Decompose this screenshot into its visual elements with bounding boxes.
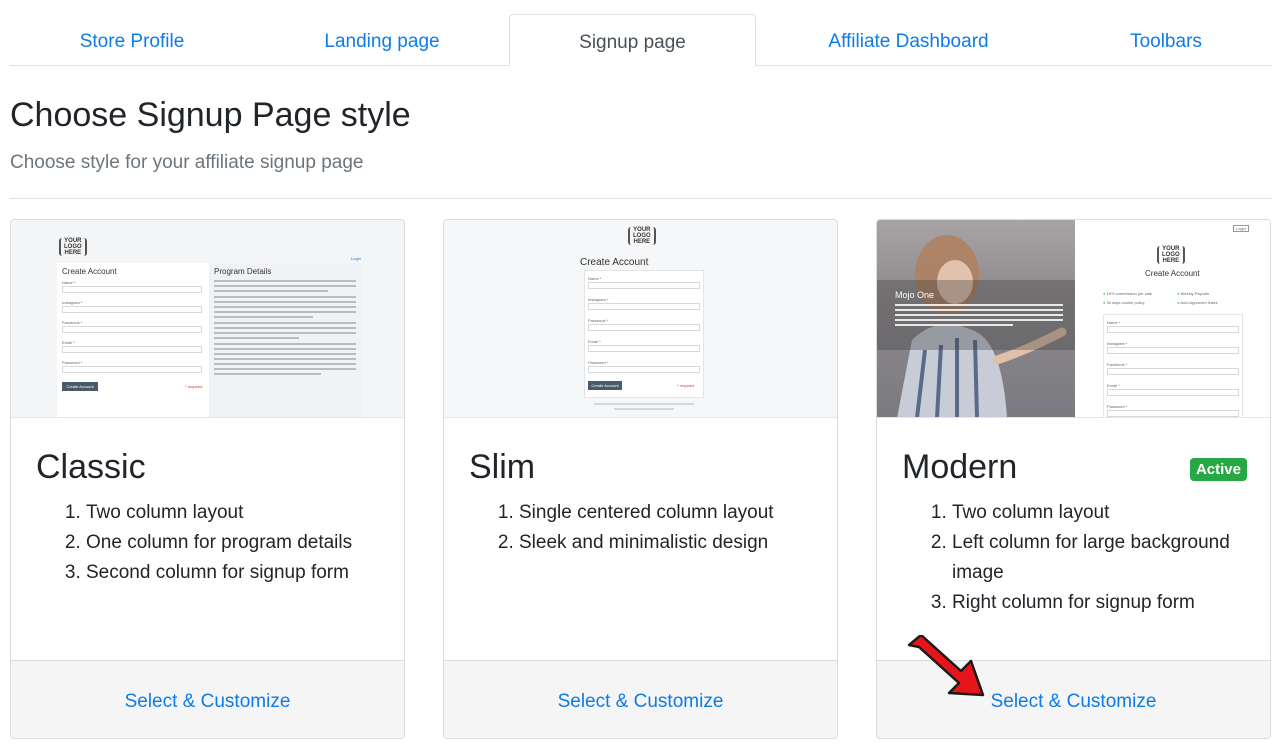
preview-text-lines — [895, 304, 1063, 329]
preview-required-note: * required — [185, 384, 203, 389]
preview-input — [1107, 347, 1239, 354]
feature-item: Right column for signup form — [952, 588, 1242, 618]
preview-background-photo: Mojo One — [877, 220, 1075, 417]
preview-field-label: Password * — [62, 360, 83, 365]
logo-placeholder-icon: YOUR LOGO HERE — [59, 238, 87, 256]
feature-item: One column for program details — [86, 528, 376, 558]
preview-terms-lines — [594, 403, 694, 413]
feature-item: Sleek and minimalistic design — [519, 528, 809, 558]
logo-placeholder-icon: YOUR LOGO HERE — [628, 227, 656, 245]
preview-input — [588, 324, 700, 331]
feature-item: Two column layout — [952, 498, 1242, 528]
preview-input — [588, 366, 700, 373]
preview-field-label: Password * — [1107, 404, 1128, 409]
preview-input — [1107, 326, 1239, 333]
card-title-slim: Slim — [469, 448, 536, 486]
preview-details-column: Program Details — [209, 263, 363, 417]
preview-text-lines — [214, 280, 356, 378]
tab-affiliate-dashboard[interactable]: Affiliate Dashboard — [770, 14, 1047, 67]
preview-input — [588, 303, 700, 310]
style-card-classic: YOUR LOGO HERE Login Create Account Name *… — [10, 219, 405, 739]
feature-item: Two column layout — [86, 498, 376, 528]
modern-preview-image: Mojo One Login YOUR LOGO HERE Create Accou… — [877, 220, 1270, 418]
preview-create-button: Create Account — [588, 381, 622, 390]
feature-list-classic: Two column layout One column for program… — [86, 498, 376, 588]
preview-input — [588, 282, 700, 289]
select-customize-classic-button[interactable]: Select & Customize — [11, 660, 404, 738]
preview-details-title: Program Details — [214, 267, 272, 276]
style-card-slim: YOUR LOGO HERE Create Account Name * Insta… — [443, 219, 838, 739]
preview-perk: ● 30 days cookie policy — [1103, 300, 1145, 305]
preview-form-title: Create Account — [580, 257, 649, 268]
preview-input — [1107, 410, 1239, 417]
preview-form-title: Create Account — [1145, 269, 1200, 278]
feature-item: Second column for signup form — [86, 558, 376, 588]
preview-required-note: * required — [677, 383, 695, 388]
preview-form-panel: Name * Instagram * Facebook * Email * Pa… — [584, 270, 704, 398]
preview-field-label: Name * — [62, 280, 76, 285]
classic-preview-image: YOUR LOGO HERE Login Create Account Name *… — [11, 220, 404, 418]
preview-form-title: Create Account — [62, 267, 117, 276]
feature-list-slim: Single centered column layout Sleek and … — [519, 498, 809, 558]
card-title-modern: Modern — [902, 448, 1018, 486]
preview-form-panel: Name * Instagram * Facebook * Email * Pa… — [1103, 314, 1243, 417]
preview-input — [1107, 368, 1239, 375]
active-status-badge: Active — [1189, 458, 1247, 481]
preview-field-label: Instagram * — [588, 297, 609, 302]
tab-signup-page[interactable]: Signup page — [509, 14, 756, 67]
preview-form-panel: Create Account Name * Instagram * Facebo… — [57, 263, 363, 417]
select-customize-slim-button[interactable]: Select & Customize — [444, 660, 837, 738]
preview-input — [588, 345, 700, 352]
preview-perk: ● 15% commission per sale — [1103, 291, 1153, 296]
feature-list-modern: Two column layout Left column for large … — [952, 498, 1242, 618]
preview-input — [62, 326, 202, 333]
preview-field-label: Instagram * — [1107, 341, 1128, 346]
preview-field-label: Instagram * — [62, 300, 83, 305]
tab-store-profile[interactable]: Store Profile — [10, 14, 254, 67]
preview-field-label: Email * — [588, 339, 601, 344]
preview-input — [62, 286, 202, 293]
preview-field-label: Facebook * — [588, 318, 609, 323]
page-title: Choose Signup Page style — [10, 96, 411, 134]
red-arrow-icon — [907, 635, 985, 697]
signup-settings-tabs: Store Profile Landing page Signup page A… — [10, 14, 1272, 67]
preview-field-label: Facebook * — [1107, 362, 1128, 367]
preview-perk: ● Auto Approved Sales — [1177, 300, 1218, 305]
preview-perk: ● Weekly Payouts — [1177, 291, 1210, 296]
preview-field-label: Name * — [588, 276, 602, 281]
preview-field-label: Email * — [1107, 383, 1120, 388]
preview-field-label: Name * — [1107, 320, 1121, 325]
preview-input — [62, 346, 202, 353]
tab-landing-page[interactable]: Landing page — [260, 14, 504, 67]
logo-placeholder-icon: YOUR LOGO HERE — [1157, 246, 1185, 264]
preview-input — [62, 306, 202, 313]
preview-input — [62, 366, 202, 373]
feature-item: Left column for large background image — [952, 528, 1242, 588]
feature-item: Single centered column layout — [519, 498, 809, 528]
preview-field-label: Password * — [588, 360, 609, 365]
card-title-classic: Classic — [36, 448, 146, 486]
preview-input — [1107, 389, 1239, 396]
preview-brand-name: Mojo One — [895, 290, 935, 300]
preview-field-label: Facebook * — [62, 320, 83, 325]
preview-create-button: Create Account — [62, 382, 98, 391]
tab-toolbars[interactable]: Toolbars — [1060, 14, 1272, 67]
preview-login-link: Login — [351, 256, 361, 261]
page-subtitle: Choose style for your affiliate signup p… — [10, 152, 364, 173]
divider — [10, 198, 1272, 199]
slim-preview-image: YOUR LOGO HERE Create Account Name * Insta… — [444, 220, 837, 418]
preview-field-label: Email * — [62, 340, 75, 345]
preview-login-button: Login — [1233, 225, 1249, 232]
